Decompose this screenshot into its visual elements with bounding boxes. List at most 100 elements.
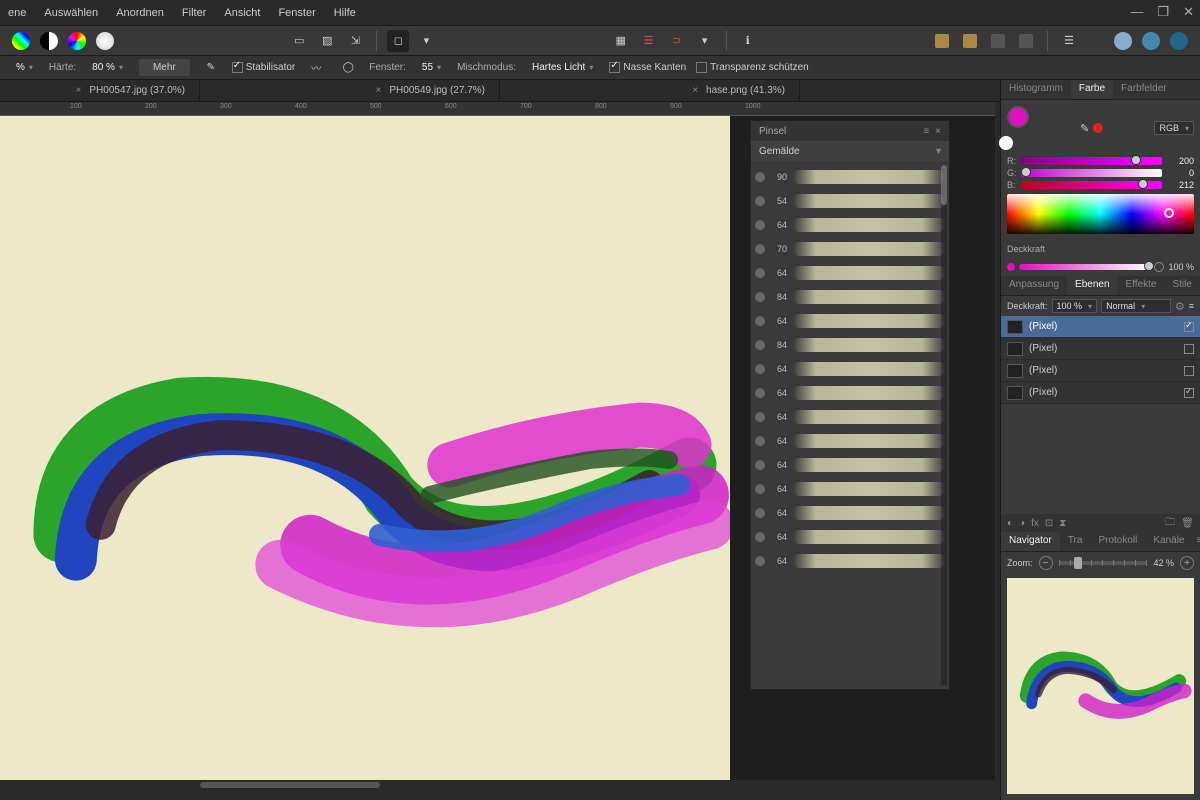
brush-preset[interactable]: 64 [755,381,945,405]
blend-value[interactable]: Hartes Licht [526,62,599,73]
brush-preset[interactable]: 64 [755,309,945,333]
wet-edges-checkbox[interactable]: Nasse Kanten [609,62,686,73]
zoom-in-button[interactable]: + [1180,556,1194,570]
maximize-icon[interactable]: ❐ [1157,4,1169,20]
window-mode-icon[interactable]: ◯ [337,57,359,79]
brush-preset[interactable]: 64 [755,261,945,285]
persona-liquify-icon[interactable] [1140,30,1162,52]
layer-visibility-checkbox[interactable] [1184,322,1194,332]
zoom-slider[interactable] [1059,561,1148,565]
layer-item[interactable]: (Pixel) [1001,360,1200,382]
snap-icon[interactable]: ☰ [638,30,660,52]
trash-icon[interactable]: 🗑 [1181,518,1194,529]
eyedropper-icon[interactable]: ✎ [1080,122,1089,135]
brush-category-dropdown[interactable]: Gemälde [751,141,949,161]
layer-blend-dropdown[interactable]: Normal [1101,299,1171,313]
menu-item[interactable]: Ansicht [224,7,260,19]
panel-menu-icon[interactable]: ≡ [1193,532,1200,551]
panel-menu-icon[interactable]: ≡ [1189,301,1194,311]
brush-preset[interactable]: 84 [755,285,945,309]
brush-preset[interactable]: 64 [755,453,945,477]
arrange-icon[interactable] [959,30,981,52]
color-mode-dropdown[interactable]: RGB [1154,121,1194,135]
background-color[interactable] [999,136,1013,150]
brush-preset[interactable]: 64 [755,357,945,381]
protect-alpha-checkbox[interactable]: Transparenz schützen [696,62,809,73]
layer-visibility-checkbox[interactable] [1184,388,1194,398]
bw-icon[interactable] [38,30,60,52]
scrollbar-horizontal[interactable] [0,780,995,790]
brush-preset[interactable]: 64 [755,549,945,573]
fx-icon[interactable]: fx [1031,518,1039,529]
info-icon[interactable]: ℹ [737,30,759,52]
persona-photo-icon[interactable] [1112,30,1134,52]
canvas[interactable] [0,116,730,790]
brush-preset[interactable]: 54 [755,189,945,213]
arrange-icon[interactable] [987,30,1009,52]
document-tab[interactable]: ×hase.png (41.3%) [500,80,800,101]
close-icon[interactable]: ✕ [1183,4,1194,20]
hourglass-icon[interactable]: ⧗ [1059,518,1066,529]
brush-preset[interactable]: 90 [755,165,945,189]
hardness-value[interactable]: 80 % [86,62,129,73]
tab-swatches[interactable]: Farbfelder [1113,80,1175,99]
brush-preset[interactable]: 70 [755,237,945,261]
navigator-preview[interactable] [1007,578,1194,794]
layer-opacity-dropdown[interactable]: 100 % [1052,299,1098,313]
tab-layers[interactable]: Ebenen [1067,276,1117,295]
layer-visibility-checkbox[interactable] [1184,366,1194,376]
menu-item[interactable]: Fenster [278,7,315,19]
brush-preset[interactable]: 64 [755,213,945,237]
grid-icon[interactable]: ▦ [610,30,632,52]
layer-visibility-checkbox[interactable] [1184,344,1194,354]
tab-color[interactable]: Farbe [1071,80,1113,99]
r-value[interactable]: 200 [1166,156,1194,166]
close-tab-icon[interactable]: × [76,85,82,96]
dropdown-icon[interactable]: ▾ [415,30,437,52]
layer-item[interactable]: (Pixel) [1001,382,1200,404]
mask-icon[interactable]: ◐ [1007,518,1013,529]
stabilizer-checkbox[interactable]: Stabilisator [232,62,295,73]
persona-develop-icon[interactable] [1168,30,1190,52]
panel-header[interactable]: Pinsel ≡× [751,121,949,141]
foreground-color[interactable] [1007,106,1029,128]
color-spectrum[interactable] [1007,194,1194,234]
rope-mode-icon[interactable]: 〰 [305,57,327,79]
crop-icon[interactable]: ⊡ [1045,518,1053,529]
brush-preset[interactable]: 64 [755,525,945,549]
opacity-value[interactable]: 100 % [1168,262,1194,272]
pressure-size-icon[interactable]: ✎ [200,57,222,79]
selection-icon[interactable]: ▭ [288,30,310,52]
document-tab[interactable]: ×PH00547.jpg (37.0%) [0,80,200,101]
arrange-icon[interactable] [931,30,953,52]
selection-dashed-icon[interactable]: ▨ [316,30,338,52]
panel-menu-icon[interactable]: ≡ [923,126,929,137]
brush-preset[interactable]: 64 [755,405,945,429]
panel-close-icon[interactable]: × [935,126,941,137]
opacity-slider[interactable] [1019,264,1150,270]
menu-item[interactable]: ene [8,7,26,19]
tab-effects[interactable]: Effekte [1118,276,1165,295]
brush-preset[interactable]: 64 [755,501,945,525]
quick-mask-icon[interactable]: ◻ [387,30,409,52]
color-theme-icon[interactable] [10,30,32,52]
menu-item[interactable]: Filter [182,7,206,19]
layer-item[interactable]: (Pixel) [1001,338,1200,360]
dropdown-icon[interactable]: ▾ [694,30,716,52]
g-slider[interactable] [1021,169,1162,177]
document-tab[interactable]: ×PH00549.jpg (27.7%) [200,80,500,101]
list-icon[interactable]: ☰ [1058,30,1080,52]
window-value[interactable]: 55 [416,62,447,73]
zoom-percent[interactable]: % [10,62,39,73]
tab-adjustment[interactable]: Anpassung [1001,276,1067,295]
grey-wheel-icon[interactable] [94,30,116,52]
folder-icon[interactable]: 🗀 [1165,515,1175,532]
b-slider[interactable] [1021,181,1162,189]
arrange-icon[interactable] [1015,30,1037,52]
adjust-icon[interactable]: ◑ [1019,518,1025,529]
transform-icon[interactable]: ⇲ [344,30,366,52]
tab-history[interactable]: Protokoll [1090,532,1145,551]
menu-item[interactable]: Hilfe [334,7,356,19]
g-value[interactable]: 0 [1166,168,1194,178]
hue-wheel-icon[interactable] [66,30,88,52]
